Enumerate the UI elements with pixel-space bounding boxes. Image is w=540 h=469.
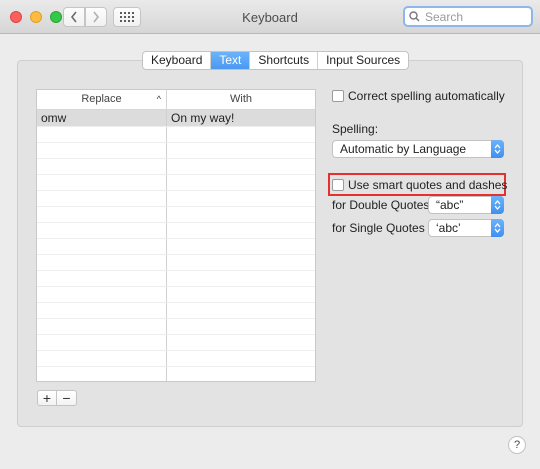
remove-button[interactable]: − (57, 390, 77, 406)
popup-stepper-icon (491, 140, 504, 158)
spelling-language-popup[interactable]: Automatic by Language (332, 140, 504, 158)
replace-cell[interactable]: omw (37, 110, 167, 126)
correct-spelling-label: Correct spelling automatically (348, 89, 505, 103)
double-quotes-value: “abc” (436, 198, 464, 212)
single-quotes-value: ‘abc’ (436, 221, 461, 235)
smart-quotes-checkbox[interactable] (332, 179, 344, 191)
table-row-separator (37, 302, 315, 303)
table-row-separator (37, 142, 315, 143)
keyboard-preferences-window: Keyboard Keyboard Text Shortcuts Input S… (0, 0, 540, 469)
table-row-separator (37, 158, 315, 159)
tab-bar: Keyboard Text Shortcuts Input Sources (142, 51, 410, 70)
table-row-separator (37, 190, 315, 191)
table-row-separator (37, 366, 315, 367)
table-row-separator (37, 206, 315, 207)
add-remove-control: + − (37, 390, 77, 406)
search-field[interactable] (403, 6, 533, 27)
column-divider (166, 110, 167, 381)
correct-spelling-checkbox[interactable] (332, 90, 344, 102)
title-bar: Keyboard (0, 0, 540, 34)
single-quotes-label: for Single Quotes (332, 221, 425, 235)
table-row-separator (37, 238, 315, 239)
double-quotes-label: for Double Quotes (332, 198, 430, 212)
text-replacement-table[interactable]: Replace ^ With omw On my way! (36, 89, 316, 382)
table-row-separator (37, 174, 315, 175)
tab-shortcuts[interactable]: Shortcuts (250, 52, 319, 69)
table-row[interactable]: omw On my way! (37, 110, 315, 126)
popup-stepper-icon (491, 219, 504, 237)
tab-keyboard[interactable]: Keyboard (143, 52, 212, 69)
popup-stepper-icon (491, 196, 504, 214)
spelling-language-value: Automatic by Language (340, 142, 467, 156)
replace-header-label: Replace (81, 93, 122, 105)
single-quotes-popup[interactable]: ‘abc’ (428, 219, 504, 237)
double-quotes-popup[interactable]: “abc” (428, 196, 504, 214)
add-button[interactable]: + (37, 390, 57, 406)
sort-ascending-icon: ^ (156, 94, 161, 104)
table-row-separator (37, 350, 315, 351)
table-row-separator (37, 318, 315, 319)
search-icon (409, 11, 420, 22)
table-row-separator (37, 334, 315, 335)
column-header-replace[interactable]: Replace ^ (37, 90, 167, 109)
table-row-separator (37, 254, 315, 255)
tab-text[interactable]: Text (211, 52, 251, 69)
spelling-label: Spelling: (332, 122, 379, 136)
column-header-with[interactable]: With (167, 90, 315, 109)
table-body: omw On my way! (37, 110, 315, 381)
table-row-separator (37, 126, 315, 127)
tab-input-sources[interactable]: Input Sources (318, 52, 408, 69)
table-row-separator (37, 222, 315, 223)
search-input[interactable] (425, 9, 525, 24)
table-row-separator (37, 270, 315, 271)
table-header: Replace ^ With (37, 90, 315, 110)
with-cell[interactable]: On my way! (167, 110, 315, 126)
table-row-separator (37, 286, 315, 287)
smart-quotes-label: Use smart quotes and dashes (348, 178, 508, 192)
help-button[interactable]: ? (508, 436, 526, 454)
